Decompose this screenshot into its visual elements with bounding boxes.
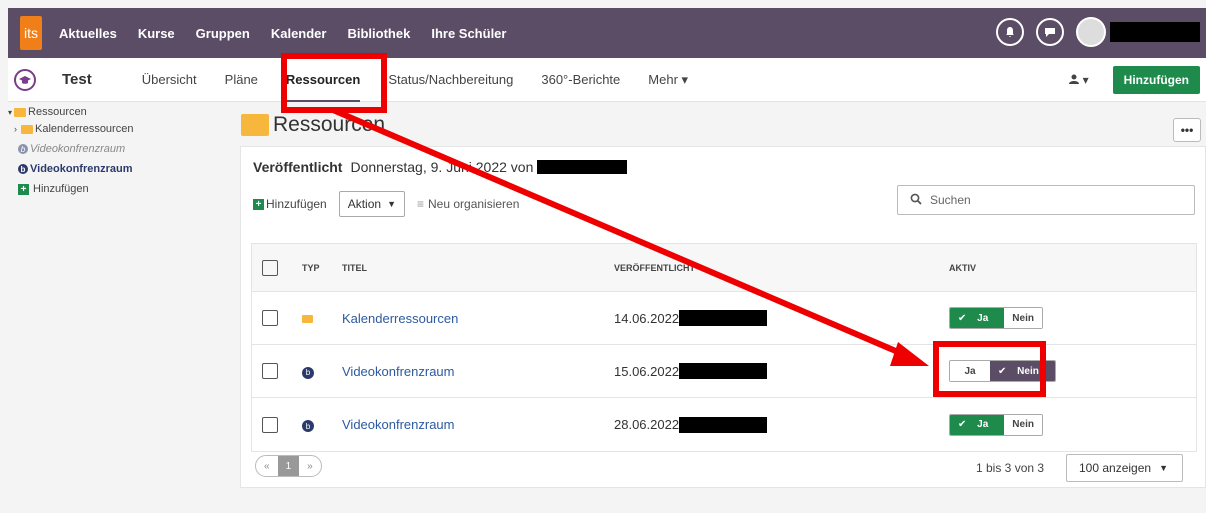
annotation-arrow [331,107,929,366]
